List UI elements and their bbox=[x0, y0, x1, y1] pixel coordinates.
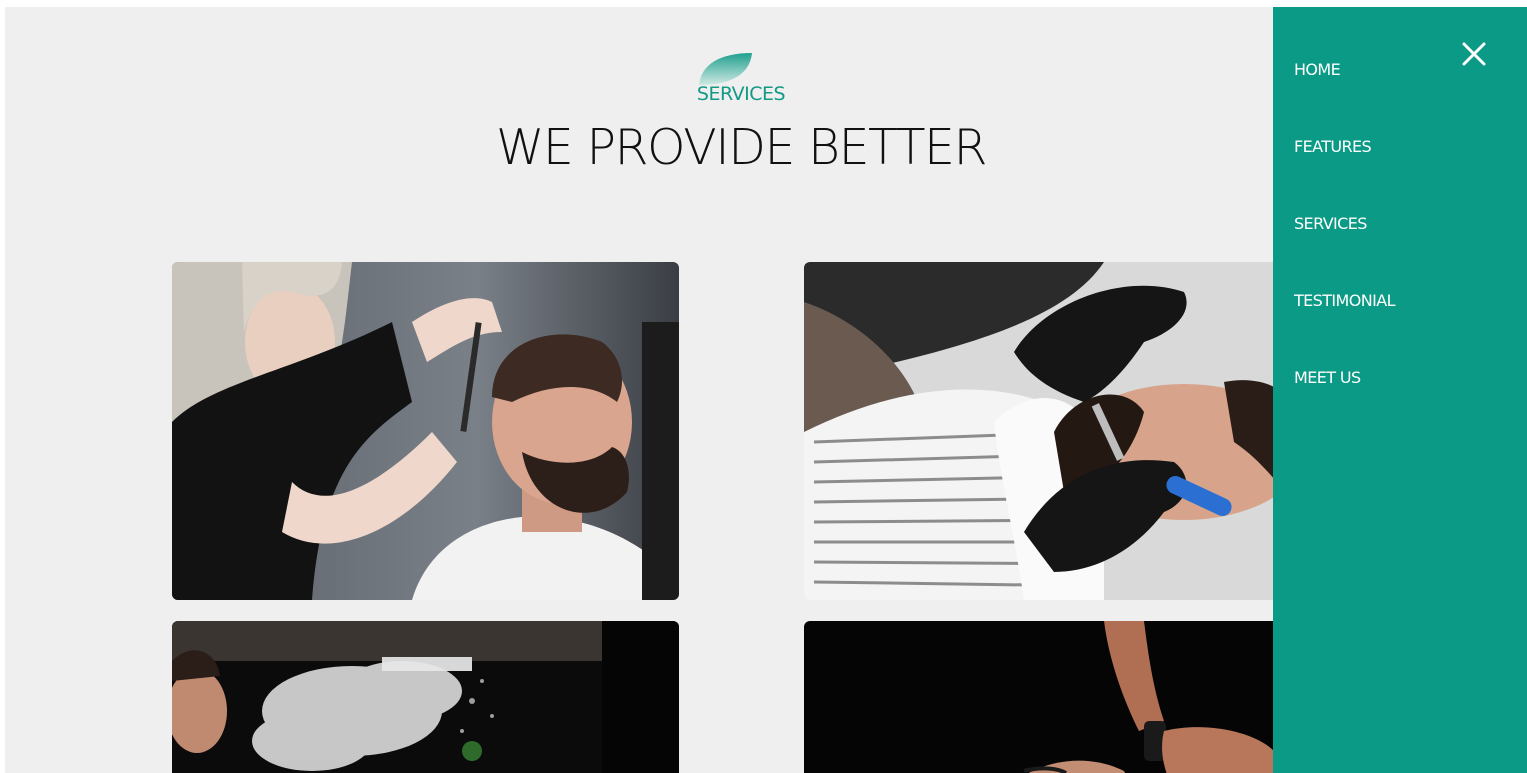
section-eyebrow: SERVICES bbox=[696, 83, 786, 105]
service-card-shave[interactable] bbox=[804, 262, 1311, 600]
page: SERVICES WE PROVIDE BETTER HOME FEATURES… bbox=[5, 7, 1527, 773]
nav-item-home[interactable]: HOME bbox=[1294, 60, 1341, 79]
trim-photo bbox=[804, 621, 1311, 773]
haircut-photo bbox=[172, 262, 679, 600]
service-card-trim[interactable] bbox=[804, 621, 1311, 773]
section-title: WE PROVIDE BETTER bbox=[495, 119, 988, 176]
nav-item-services[interactable]: SERVICES bbox=[1294, 214, 1367, 233]
service-card-haircut[interactable] bbox=[172, 262, 679, 600]
service-card-spray[interactable] bbox=[172, 621, 679, 773]
nav-item-testimonial[interactable]: TESTIMONIAL bbox=[1294, 291, 1395, 310]
nav-item-meet-us[interactable]: MEET US bbox=[1294, 368, 1361, 387]
leaf-logo-icon bbox=[699, 53, 752, 85]
shave-photo bbox=[804, 262, 1311, 600]
spray-photo bbox=[172, 621, 679, 773]
nav-drawer: HOME FEATURES SERVICES TESTIMONIAL MEET … bbox=[1273, 7, 1527, 773]
nav-item-features[interactable]: FEATURES bbox=[1294, 137, 1372, 156]
close-icon[interactable] bbox=[1459, 39, 1489, 69]
